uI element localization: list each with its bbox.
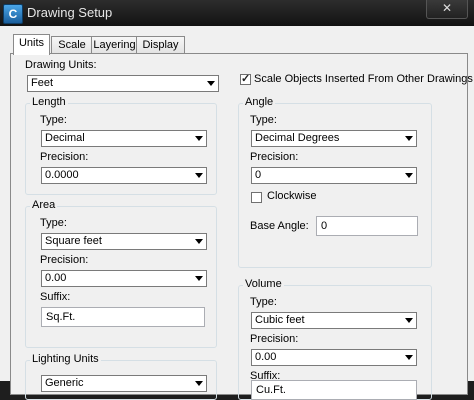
area-precision-label: Precision: — [40, 254, 89, 266]
area-suffix-label: Suffix: — [40, 291, 71, 303]
scale-objects-checkbox[interactable] — [240, 72, 251, 85]
area-type-label: Type: — [40, 217, 67, 229]
clockwise-label: Clockwise — [267, 190, 317, 202]
window-title: Drawing Setup — [27, 5, 113, 20]
units-tab-panel: Drawing Units: Feet Scale Objects Insert… — [10, 53, 473, 400]
area-type-select[interactable]: Square feet — [41, 233, 207, 250]
volume-group: Volume Type: Cubic feet Precision: 0.00 … — [238, 278, 432, 400]
dropdown-arrow-icon — [195, 136, 203, 141]
dialog-body: Units Scale Layering Display Drawing Uni… — [0, 26, 474, 400]
dropdown-arrow-icon — [405, 173, 413, 178]
dropdown-arrow-icon — [195, 276, 203, 281]
length-type-value: Decimal — [45, 132, 85, 144]
volume-suffix-input[interactable]: Cu.Ft. — [251, 380, 417, 400]
volume-group-title: Volume — [243, 278, 284, 290]
angle-precision-label: Precision: — [250, 151, 299, 163]
base-angle-label: Base Angle: — [250, 220, 309, 232]
drawing-units-label: Drawing Units: — [25, 59, 97, 71]
dropdown-arrow-icon — [195, 239, 203, 244]
area-group-title: Area — [30, 199, 58, 211]
close-button[interactable]: ✕ — [426, 0, 468, 19]
length-precision-label: Precision: — [40, 151, 89, 163]
app-icon: C — [3, 4, 23, 24]
lighting-units-group: Lighting Units Generic — [25, 353, 217, 400]
tab-units[interactable]: Units — [13, 34, 50, 55]
volume-precision-select[interactable]: 0.00 — [251, 349, 417, 366]
title-bar: C Drawing Setup ✕ — [0, 0, 474, 26]
dropdown-arrow-icon — [405, 318, 413, 323]
drawing-units-value: Feet — [31, 77, 54, 89]
length-type-label: Type: — [40, 114, 67, 126]
area-type-value: Square feet — [45, 235, 102, 247]
tab-layering[interactable]: Layering — [91, 36, 138, 53]
dropdown-arrow-icon — [195, 381, 203, 386]
length-precision-value: 0.0000 — [45, 169, 79, 181]
length-group: Length Type: Decimal Precision: 0.0000 — [25, 96, 217, 195]
angle-group: Angle Type: Decimal Degrees Precision: 0… — [238, 96, 432, 268]
length-type-select[interactable]: Decimal — [41, 130, 207, 147]
volume-type-value: Cubic feet — [255, 314, 305, 326]
area-precision-value: 0.00 — [45, 272, 67, 284]
dropdown-arrow-icon — [405, 136, 413, 141]
angle-precision-value: 0 — [255, 169, 262, 181]
angle-type-value: Decimal Degrees — [255, 132, 340, 144]
clockwise-checkbox[interactable] — [251, 192, 262, 203]
lighting-units-select[interactable]: Generic — [41, 375, 207, 392]
volume-precision-value: 0.00 — [255, 351, 277, 363]
angle-group-title: Angle — [243, 96, 276, 108]
volume-type-select[interactable]: Cubic feet — [251, 312, 417, 329]
area-precision-select[interactable]: 0.00 — [41, 270, 207, 287]
angle-type-select[interactable]: Decimal Degrees — [251, 130, 417, 147]
length-precision-select[interactable]: 0.0000 — [41, 167, 207, 184]
lighting-units-value: Generic — [45, 377, 84, 389]
area-group: Area Type: Square feet Precision: 0.00 S… — [25, 199, 217, 348]
tab-display[interactable]: Display — [136, 36, 185, 53]
lighting-units-title: Lighting Units — [30, 353, 101, 365]
volume-type-label: Type: — [250, 296, 277, 308]
dropdown-arrow-icon — [195, 173, 203, 178]
dropdown-arrow-icon — [405, 355, 413, 360]
scale-objects-label: Scale Objects Inserted From Other Drawin… — [254, 73, 473, 85]
base-angle-input[interactable]: 0 — [316, 216, 418, 236]
angle-type-label: Type: — [250, 114, 277, 126]
tab-scale[interactable]: Scale — [51, 36, 93, 53]
drawing-units-select[interactable]: Feet — [27, 75, 219, 92]
length-group-title: Length — [30, 96, 68, 108]
volume-precision-label: Precision: — [250, 333, 299, 345]
area-suffix-input[interactable]: Sq.Ft. — [41, 307, 205, 327]
dropdown-arrow-icon — [207, 81, 215, 86]
angle-precision-select[interactable]: 0 — [251, 167, 417, 184]
